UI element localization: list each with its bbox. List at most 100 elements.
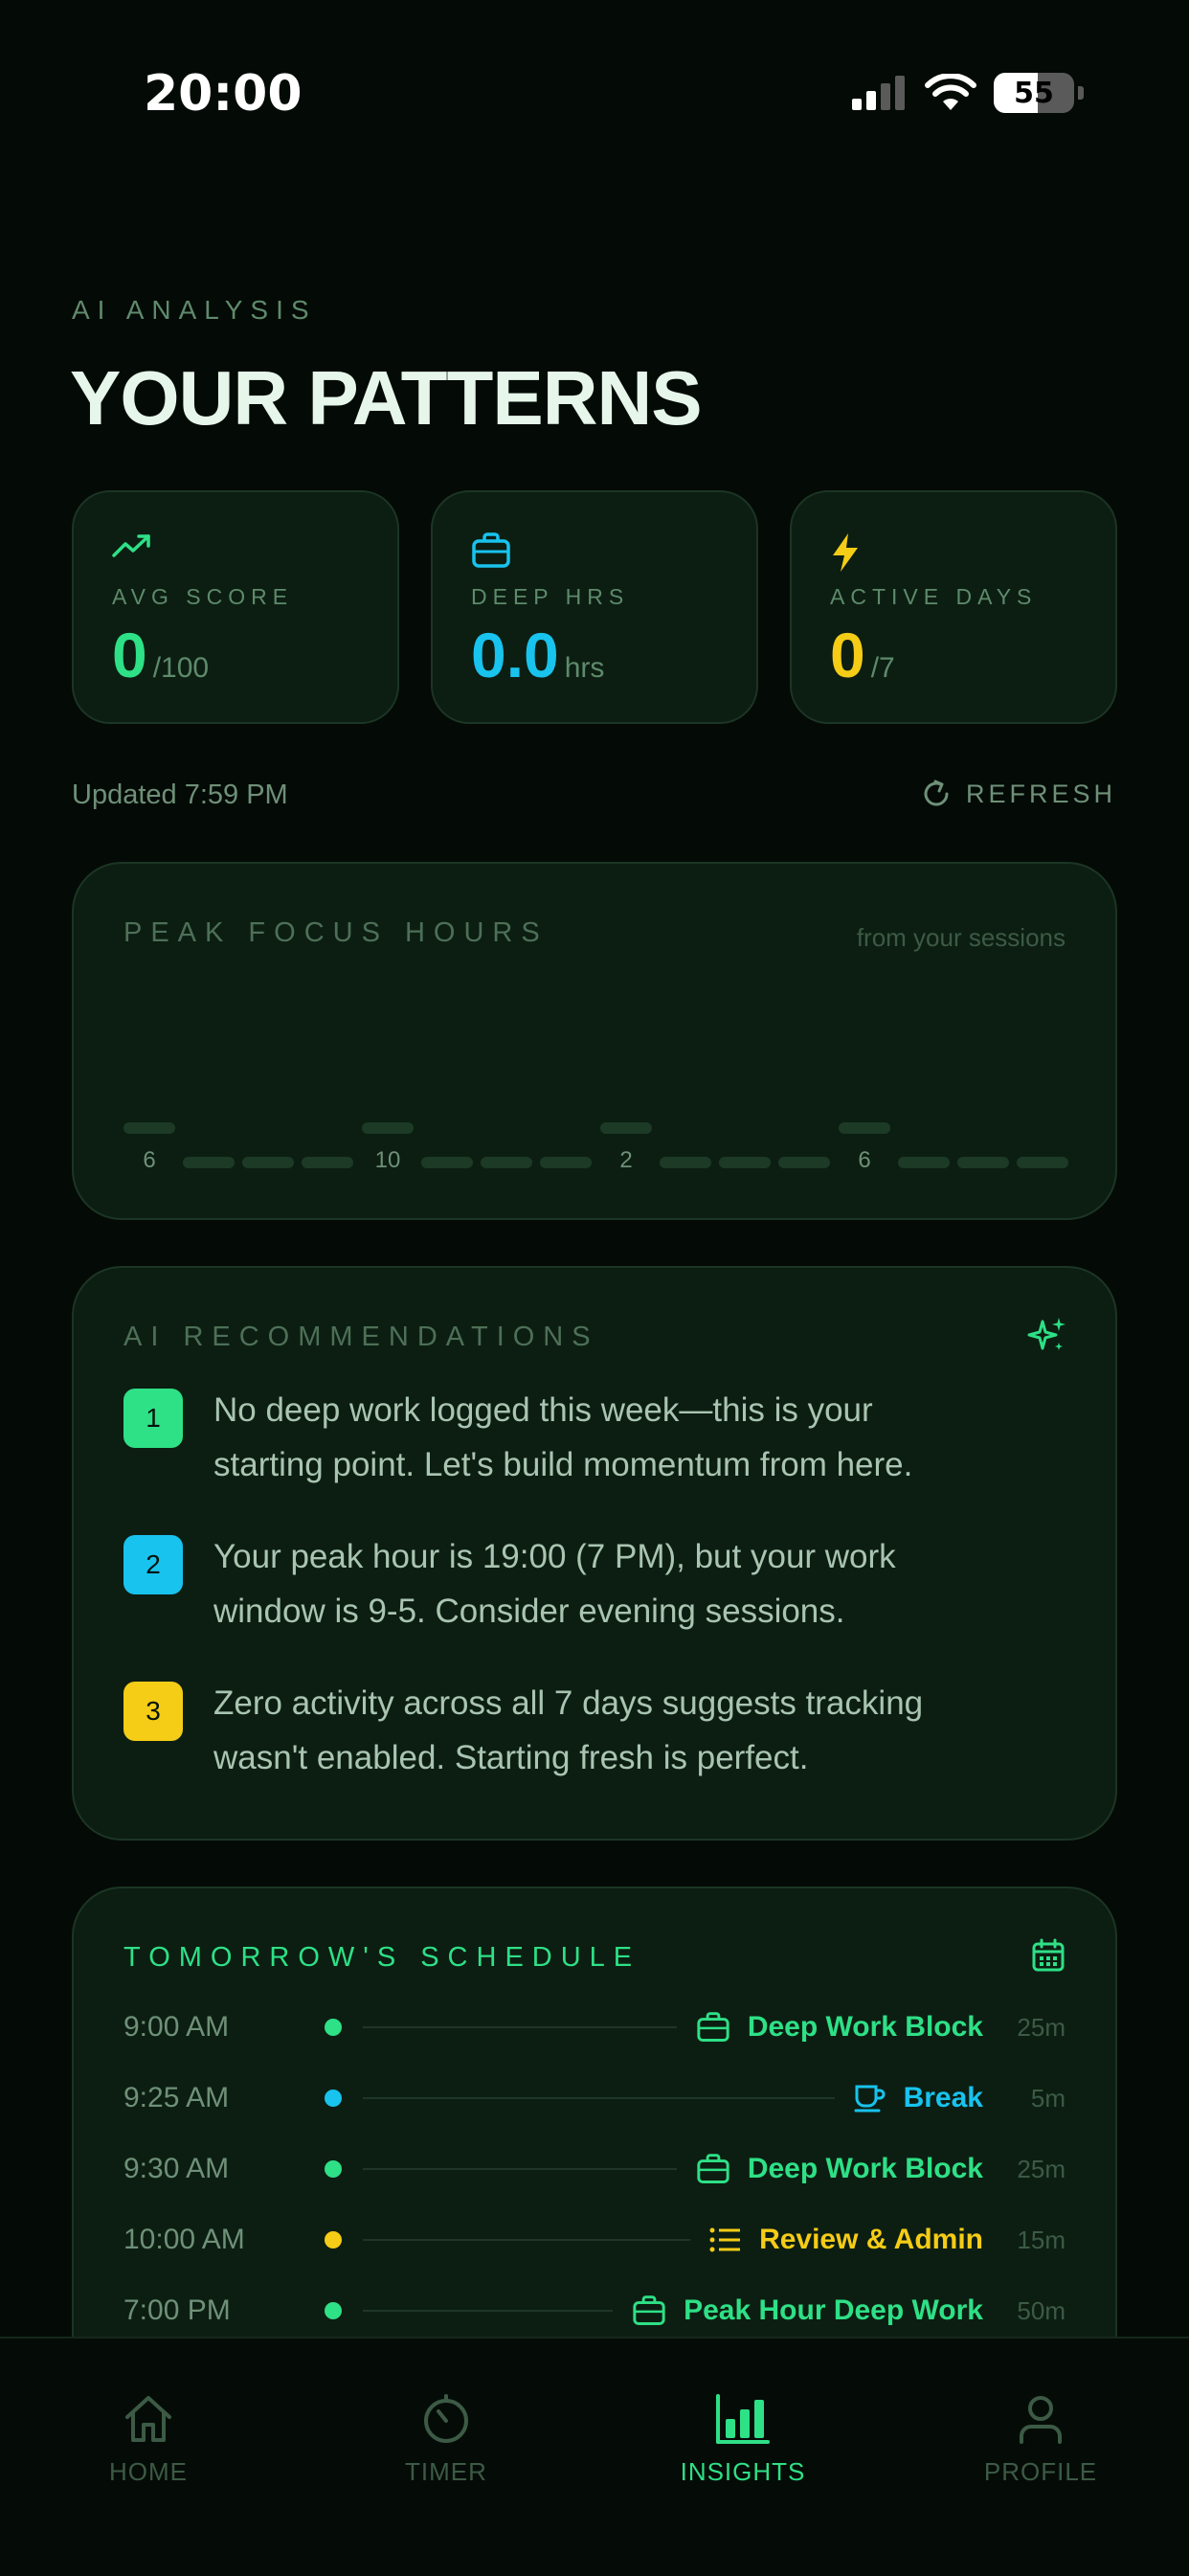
schedule-label: Review & Admin [759, 2224, 983, 2255]
schedule-row[interactable]: 9:25 AM Break 5m [123, 2074, 1066, 2122]
schedule-line [363, 2239, 691, 2241]
schedule-line [363, 2168, 677, 2170]
hour-label: 2 [619, 1147, 633, 1173]
cellular-signal-icon [852, 76, 905, 110]
status-time: 20:00 [144, 65, 303, 123]
hour-bar [123, 1122, 175, 1134]
schedule-dot [325, 2160, 342, 2178]
schedule-duration: 25m [1017, 2154, 1066, 2183]
schedule-time: 7:00 PM [123, 2294, 231, 2326]
sparkles-icon [1027, 1318, 1066, 1350]
avg-score-card: AVG SCORE 0/100 [72, 490, 399, 724]
schedule-dot [325, 2090, 342, 2107]
refresh-button[interactable]: REFRESH [920, 778, 1116, 810]
lightning-icon [833, 533, 858, 572]
hour-bar [242, 1157, 294, 1168]
schedule-label: Peak Hour Deep Work [684, 2294, 983, 2326]
schedule-row[interactable]: 10:00 AM Review & Admin 15m [123, 2216, 1066, 2264]
schedule-label: Deep Work Block [747, 2011, 983, 2043]
tab-profile[interactable]: PROFILE [945, 2384, 1136, 2487]
hour-bar [957, 1157, 1009, 1168]
schedule-dot [325, 2302, 342, 2319]
recommendation-item: 1 No deep work logged this week—this is … [123, 1383, 1066, 1492]
list-icon [709, 2226, 742, 2253]
battery-icon: 55 [994, 73, 1074, 113]
stat-unit: /100 [152, 652, 210, 684]
hour-bar [660, 1157, 711, 1168]
home-icon [125, 2396, 171, 2442]
schedule-line [363, 2310, 614, 2312]
schedule-label: Deep Work Block [747, 2153, 983, 2184]
hour-bar [421, 1157, 473, 1168]
hour-bar [540, 1157, 592, 1168]
peak-focus-note: from your sessions [856, 923, 1066, 952]
tab-label: PROFILE [983, 2457, 1098, 2486]
hour-bar [600, 1122, 652, 1134]
battery-level: 55 [1014, 76, 1054, 110]
hour-bar [302, 1157, 353, 1168]
recommendation-text: Zero activity across all 7 days suggests… [213, 1684, 924, 1776]
recommendation-item: 2 Your peak hour is 19:00 (7 PM), but yo… [123, 1529, 1066, 1638]
hour-bar [898, 1157, 950, 1168]
stat-label: AVG SCORE [112, 584, 294, 609]
hour-bars: 6 10 2 6 [123, 1122, 1068, 1199]
stat-unit: hrs [564, 652, 605, 684]
recommendation-number: 2 [123, 1535, 183, 1594]
wifi-icon [925, 74, 976, 110]
card-title: PEAK FOCUS HOURS [123, 917, 549, 948]
page-title: YOUR PATTERNS [70, 355, 703, 441]
schedule-row[interactable]: 9:00 AM Deep Work Block 25m [123, 2003, 1066, 2051]
refresh-label: REFRESH [965, 779, 1116, 808]
updated-timestamp: Updated 7:59 PM [72, 780, 288, 810]
user-icon [1020, 2396, 1062, 2444]
schedule-label: Break [903, 2082, 983, 2113]
stat-value: 0/100 [112, 620, 210, 690]
hour-bar [719, 1157, 771, 1168]
hour-label: 10 [374, 1147, 401, 1173]
peak-focus-card: PEAK FOCUS HOURS from your sessions 6 10… [72, 862, 1117, 1220]
recommendation-text: Your peak hour is 19:00 (7 PM), but your… [213, 1538, 896, 1630]
hour-bar [839, 1122, 890, 1134]
ai-recommendations-card: AI RECOMMENDATIONS 1 No deep work logged… [72, 1266, 1117, 1841]
status-icons: 55 [850, 73, 1084, 113]
schedule-time: 9:00 AM [123, 2011, 230, 2043]
hour-label: 6 [858, 1147, 871, 1173]
coffee-icon [854, 2083, 886, 2113]
schedule-time: 9:30 AM [123, 2153, 230, 2184]
tab-home[interactable]: HOME [53, 2384, 244, 2487]
schedule-duration: 25m [1017, 2012, 1066, 2042]
calendar-icon[interactable] [1031, 1938, 1066, 1973]
recommendation-number: 1 [123, 1389, 183, 1448]
deep-hours-card: DEEP HRS 0.0 hrs [431, 490, 758, 724]
stat-unit: /7 [870, 652, 895, 684]
tab-label: INSIGHTS [680, 2457, 806, 2486]
section-eyebrow: AI ANALYSIS [72, 295, 317, 325]
bottom-tab-bar: HOME TIMER INSIGHTS PROFILE [0, 2337, 1189, 2576]
briefcase-icon [696, 2154, 730, 2184]
schedule-dot [325, 2019, 342, 2036]
bar-chart-icon [716, 2394, 770, 2444]
stat-label: DEEP HRS [471, 584, 630, 609]
hour-label: 6 [143, 1147, 156, 1173]
hour-bar [481, 1157, 532, 1168]
schedule-duration: 15m [1017, 2225, 1066, 2254]
refresh-icon [924, 780, 949, 806]
recommendation-number: 3 [123, 1682, 183, 1741]
tab-label: HOME [109, 2457, 188, 2486]
schedule-time: 10:00 AM [123, 2224, 245, 2255]
briefcase-icon [472, 532, 510, 568]
trending-up-icon [112, 534, 150, 557]
tab-timer[interactable]: TIMER [350, 2384, 542, 2487]
stat-label: ACTIVE DAYS [830, 584, 1038, 609]
active-days-card: ACTIVE DAYS 0/7 [790, 490, 1117, 724]
schedule-dot [325, 2231, 342, 2248]
hour-bar [362, 1122, 414, 1134]
briefcase-icon [632, 2295, 666, 2326]
schedule-row[interactable]: 7:00 PM Peak Hour Deep Work 50m [123, 2287, 1066, 2335]
schedule-duration: 5m [1030, 2083, 1066, 2113]
tab-insights[interactable]: INSIGHTS [647, 2384, 839, 2487]
stat-value: 0/7 [830, 620, 895, 690]
card-title: AI RECOMMENDATIONS [123, 1322, 599, 1352]
recommendation-text: No deep work logged this week—this is yo… [213, 1391, 913, 1483]
schedule-row[interactable]: 9:30 AM Deep Work Block 25m [123, 2145, 1066, 2193]
